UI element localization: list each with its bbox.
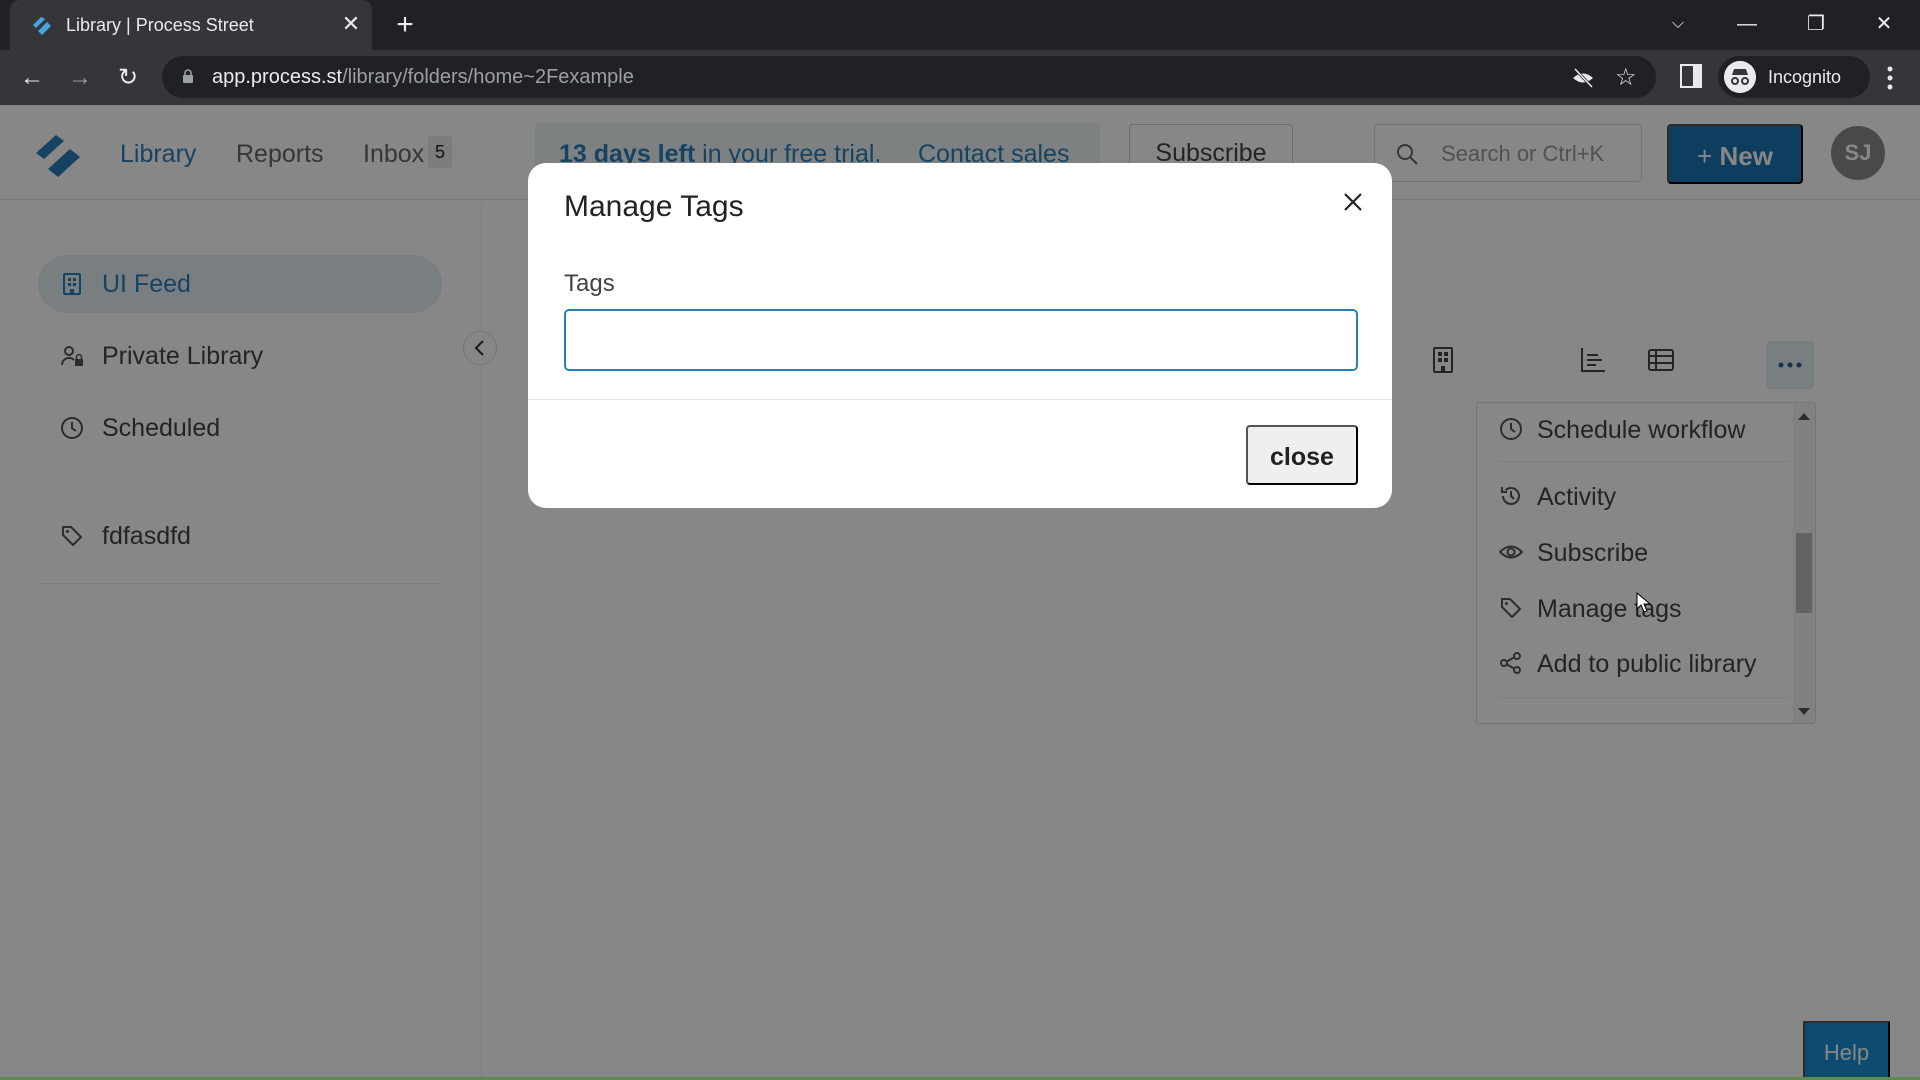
url-text: app.process.st/library/folders/home~2Fex… <box>212 66 634 88</box>
address-bar[interactable]: app.process.st/library/folders/home~2Fex… <box>162 56 1656 98</box>
browser-tab-bar: Library | Process Street ✕ + ⌵ — ❐ ✕ <box>0 0 1920 50</box>
new-tab-button[interactable]: + <box>390 10 420 40</box>
tracking-blocked-eye-icon[interactable] <box>1570 65 1596 91</box>
side-panel-icon[interactable] <box>1680 64 1702 88</box>
incognito-icon <box>1724 61 1756 93</box>
forward-arrow-icon[interactable]: → <box>64 62 96 94</box>
tags-input[interactable] <box>564 309 1358 371</box>
lock-icon <box>183 69 193 83</box>
minimize-button[interactable]: — <box>1727 6 1767 42</box>
tab-search-chevron-icon[interactable]: ⌵ <box>1658 6 1698 42</box>
incognito-label: Incognito <box>1768 67 1842 87</box>
close-tab-icon[interactable]: ✕ <box>337 10 365 38</box>
modal-title: Manage Tags <box>564 190 744 223</box>
close-window-button[interactable]: ✕ <box>1864 6 1904 42</box>
manage-tags-modal: Manage Tags Tags close <box>528 163 1392 508</box>
back-arrow-icon[interactable]: ← <box>16 62 48 94</box>
process-street-favicon-icon <box>33 17 51 35</box>
restore-button[interactable]: ❐ <box>1796 6 1836 42</box>
browser-menu-icon[interactable] <box>1880 64 1900 92</box>
close-icon[interactable] <box>1338 187 1368 217</box>
close-button[interactable]: close <box>1246 425 1358 485</box>
browser-toolbar: ← → ↻ app.process.st/library/folders/hom… <box>0 50 1920 105</box>
tab-title: Library | Process Street <box>66 15 254 35</box>
bookmark-star-icon[interactable]: ☆ <box>1615 65 1641 91</box>
modal-divider <box>528 399 1392 400</box>
browser-tab[interactable]: Library | Process Street ✕ <box>10 0 372 50</box>
tags-field-label: Tags <box>564 270 615 297</box>
mouse-cursor-icon <box>1636 592 1652 613</box>
incognito-profile-button[interactable]: Incognito <box>1718 56 1870 98</box>
reload-icon[interactable]: ↻ <box>112 62 144 94</box>
